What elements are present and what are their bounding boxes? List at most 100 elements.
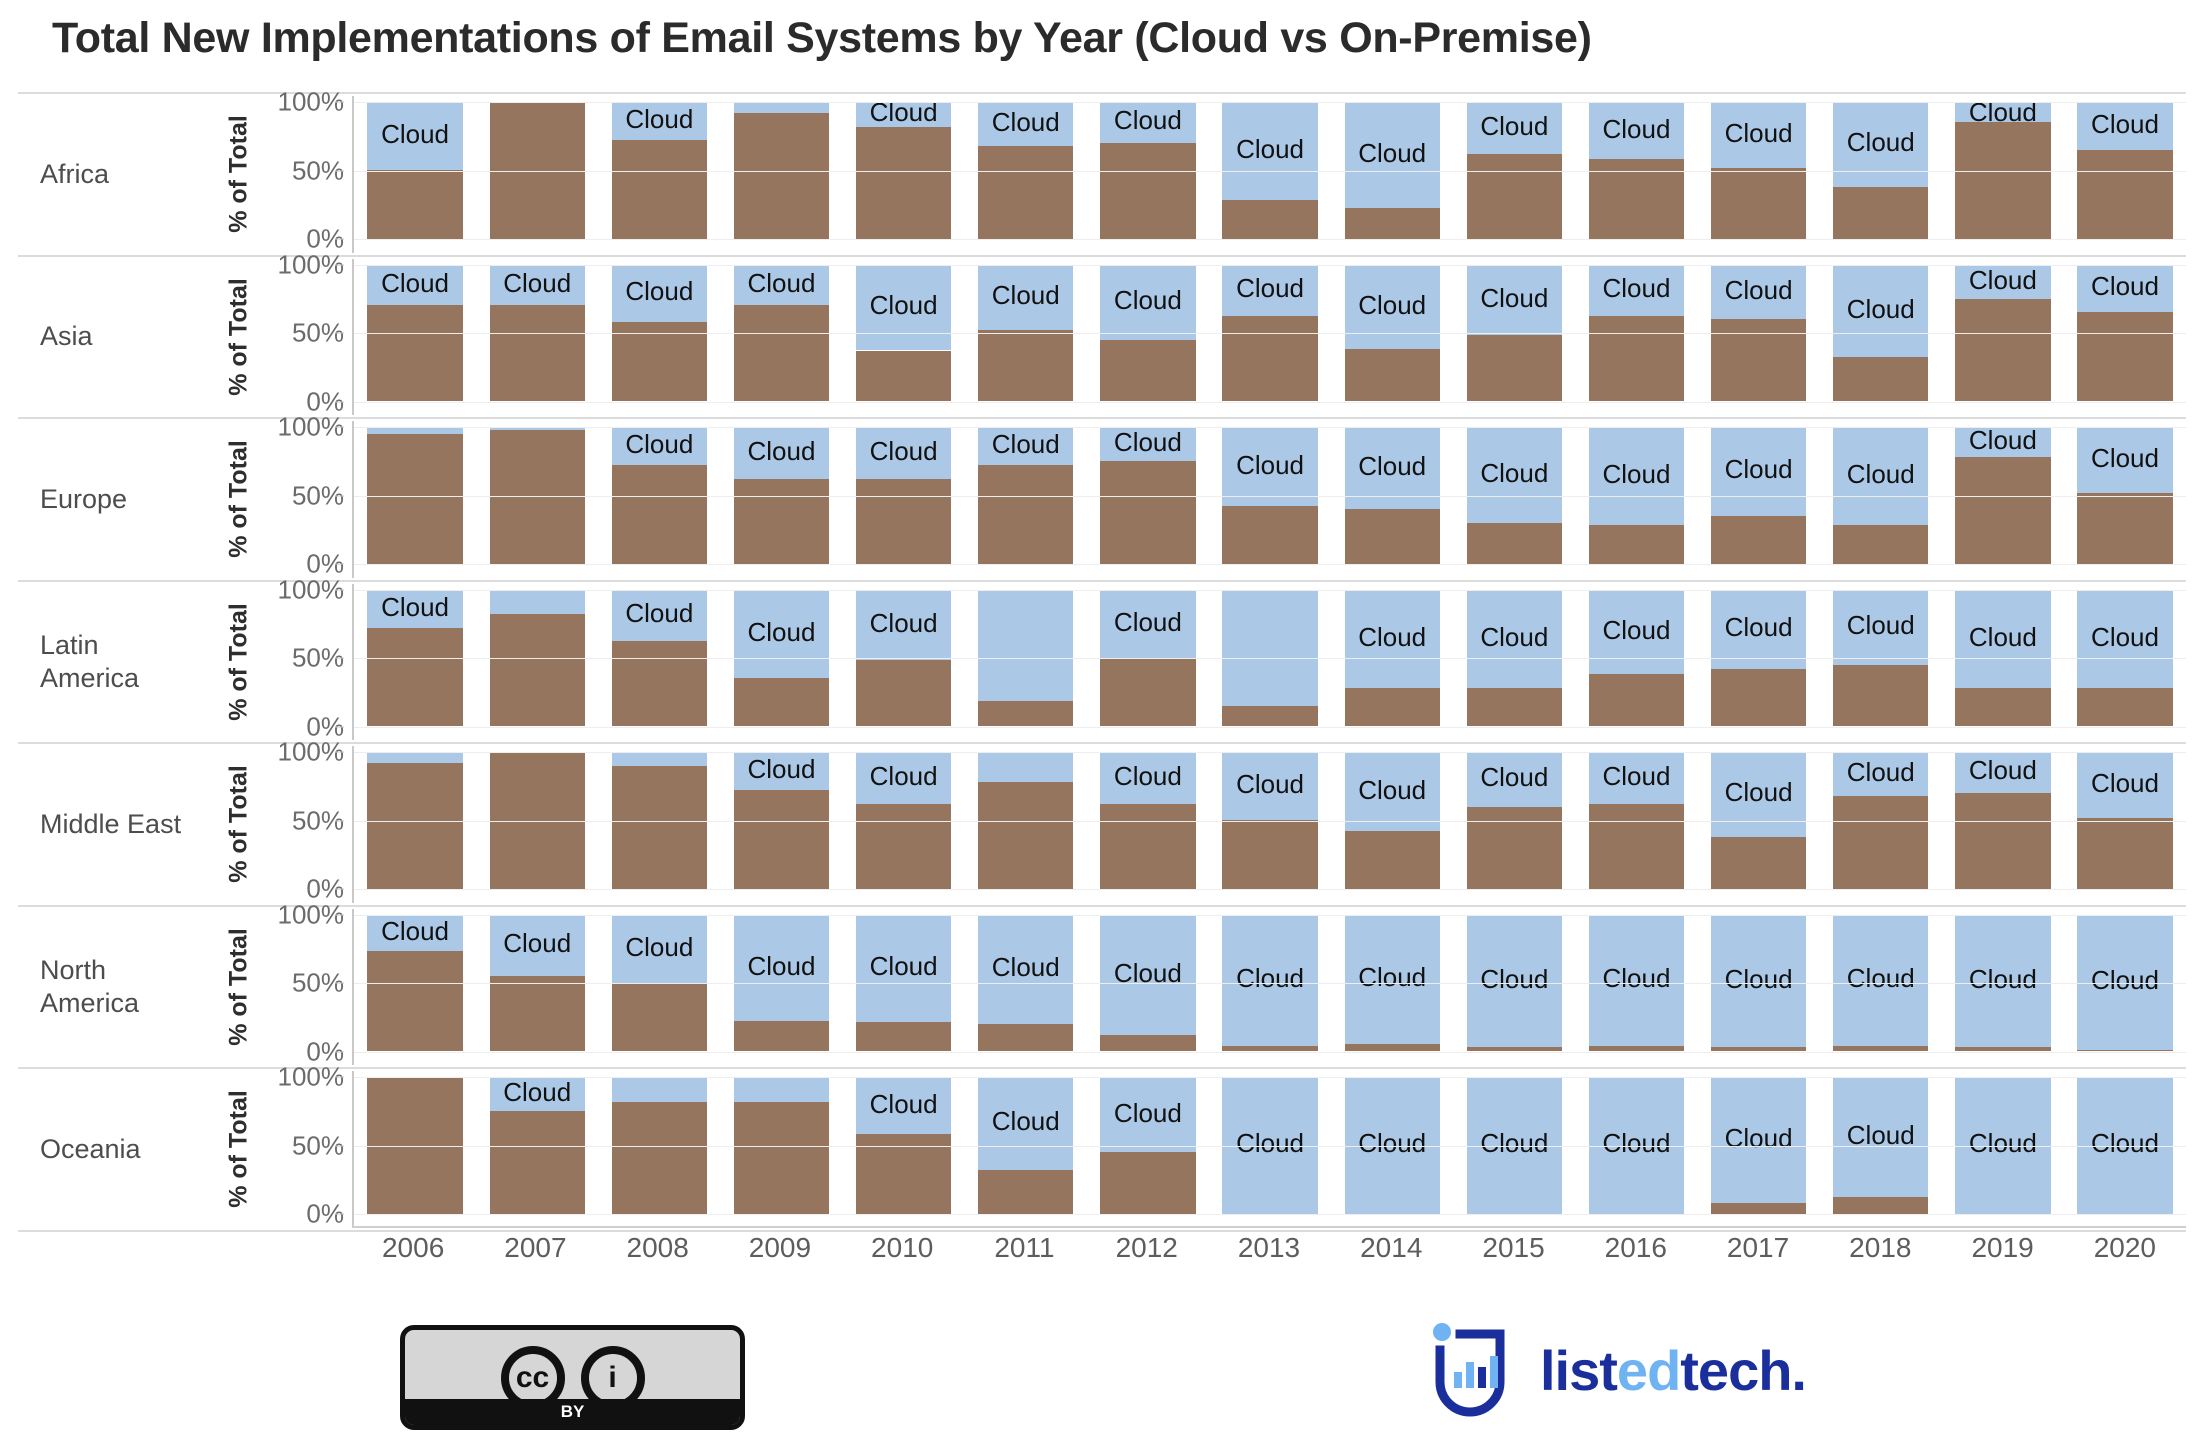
bar-segment-cloud[interactable] [1466,914,1562,1047]
bar-segment-cloud[interactable] [1466,589,1562,688]
bar-segment-onpremise[interactable] [367,170,463,239]
bar-cell[interactable]: Cloud [1698,421,1820,578]
bar-segment-onpremise[interactable] [1955,457,2051,564]
bar-cell[interactable] [476,96,598,253]
bar-cell[interactable]: Cloud [598,421,720,578]
bar-cell[interactable]: Cloud [1453,259,1575,416]
bar-segment-onpremise[interactable] [1833,1197,1929,1214]
bar-segment-onpremise[interactable] [1222,820,1318,889]
bar-segment-onpremise[interactable] [1222,506,1318,564]
bar-segment-onpremise[interactable] [978,1023,1074,1051]
bar-cell[interactable] [720,1071,842,1228]
bar-cell[interactable]: Cloud [1942,259,2064,416]
bar-cell[interactable]: Cloud [1209,259,1331,416]
bar-cell[interactable]: Cloud [1209,96,1331,253]
bar-cell[interactable]: Cloud [1453,421,1575,578]
bar-cell[interactable] [354,421,476,578]
bar-segment-onpremise[interactable] [367,951,463,1051]
bar-segment-onpremise[interactable] [1344,508,1440,564]
bar-segment-onpremise[interactable] [367,627,463,726]
bar-segment-cloud[interactable] [855,752,952,804]
bar-cell[interactable]: Cloud [965,909,1087,1066]
bar-segment-onpremise[interactable] [1955,687,2051,726]
bar-segment-onpremise[interactable] [1833,1045,1929,1051]
bar-segment-cloud[interactable] [611,752,707,766]
bar-segment-cloud[interactable] [1588,102,1685,160]
bar-segment-cloud[interactable] [1833,427,1929,526]
bar-segment-cloud[interactable] [1222,752,1318,821]
bar-segment-cloud[interactable] [1100,1077,1196,1153]
bar-segment-onpremise[interactable] [1466,153,1562,239]
bar-segment-onpremise[interactable] [611,1101,707,1214]
bar-cell[interactable]: Cloud [720,909,842,1066]
bar-cell[interactable] [354,746,476,903]
bar-cell[interactable]: Cloud [1453,1071,1575,1228]
bar-cell[interactable]: Cloud [1575,584,1697,741]
bar-segment-onpremise[interactable] [1222,200,1318,239]
bar-segment-cloud[interactable] [2077,427,2173,493]
bar-segment-cloud[interactable] [367,589,463,628]
bar-cell[interactable]: Cloud [843,909,965,1066]
bar-segment-onpremise[interactable] [1588,674,1685,726]
bar-cell[interactable]: Cloud [1575,746,1697,903]
bar-segment-cloud[interactable] [733,589,830,679]
bar-segment-onpremise[interactable] [489,975,585,1051]
bar-segment-cloud[interactable] [733,427,830,479]
bar-cell[interactable]: Cloud [1698,259,1820,416]
bar-cell[interactable]: Cloud [2064,909,2186,1066]
bar-cell[interactable]: Cloud [843,96,965,253]
bar-segment-cloud[interactable] [1100,264,1196,340]
bar-segment-onpremise[interactable] [733,790,830,889]
bar-segment-onpremise[interactable] [1833,664,1929,726]
bar-cell[interactable]: Cloud [1087,96,1209,253]
bar-segment-cloud[interactable] [1100,589,1196,658]
bar-segment-cloud[interactable] [1344,914,1440,1045]
bar-segment-onpremise[interactable] [611,982,707,1051]
bar-segment-cloud[interactable] [1222,102,1318,201]
bar-cell[interactable]: Cloud [476,909,598,1066]
bar-cell[interactable]: Cloud [1820,909,1942,1066]
bar-segment-onpremise[interactable] [1344,349,1440,401]
bar-segment-cloud[interactable] [1466,264,1562,336]
bar-cell[interactable]: Cloud [720,421,842,578]
bar-cell[interactable]: Cloud [1453,584,1575,741]
bar-segment-cloud[interactable] [1833,752,1929,796]
bar-segment-onpremise[interactable] [855,350,952,401]
bar-cell[interactable]: Cloud [1209,909,1331,1066]
bar-segment-cloud[interactable] [1344,752,1440,832]
bar-cell[interactable]: Cloud [476,1071,598,1228]
bar-segment-cloud[interactable] [2077,264,2173,313]
bar-segment-onpremise[interactable] [1710,515,1807,564]
bar-segment-cloud[interactable] [1100,752,1196,804]
bar-segment-onpremise[interactable] [1710,668,1807,726]
bar-segment-cloud[interactable] [611,427,707,466]
bar-segment-onpremise[interactable] [733,678,830,726]
bar-segment-onpremise[interactable] [1466,806,1562,889]
bar-segment-cloud[interactable] [1833,589,1929,665]
bar-cell[interactable]: Cloud [965,1071,1087,1228]
bar-cell[interactable] [476,421,598,578]
bar-cell[interactable]: Cloud [1575,259,1697,416]
bar-segment-onpremise[interactable] [1955,122,2051,239]
bar-segment-onpremise[interactable] [1710,167,1807,239]
bar-segment-cloud[interactable] [733,264,830,306]
bar-cell[interactable]: Cloud [354,259,476,416]
bar-segment-cloud[interactable] [1955,427,2051,458]
bar-cell[interactable]: Cloud [598,584,720,741]
bar-segment-onpremise[interactable] [1466,522,1562,564]
bar-segment-cloud[interactable] [489,914,585,976]
bar-cell[interactable] [965,746,1087,903]
bar-segment-onpremise[interactable] [611,465,707,564]
bar-segment-cloud[interactable] [978,1077,1074,1170]
bar-segment-cloud[interactable] [855,264,952,351]
bar-cell[interactable]: Cloud [1331,1071,1453,1228]
bar-cell[interactable]: Cloud [1331,96,1453,253]
bar-segment-cloud[interactable] [1833,264,1929,358]
bar-segment-onpremise[interactable] [978,1169,1074,1214]
bar-segment-onpremise[interactable] [1466,1046,1562,1051]
bar-segment-cloud[interactable] [1710,264,1807,320]
bar-segment-onpremise[interactable] [1710,319,1807,401]
bar-segment-cloud[interactable] [611,264,707,322]
bar-segment-cloud[interactable] [1710,914,1807,1047]
bar-segment-cloud[interactable] [611,102,707,141]
